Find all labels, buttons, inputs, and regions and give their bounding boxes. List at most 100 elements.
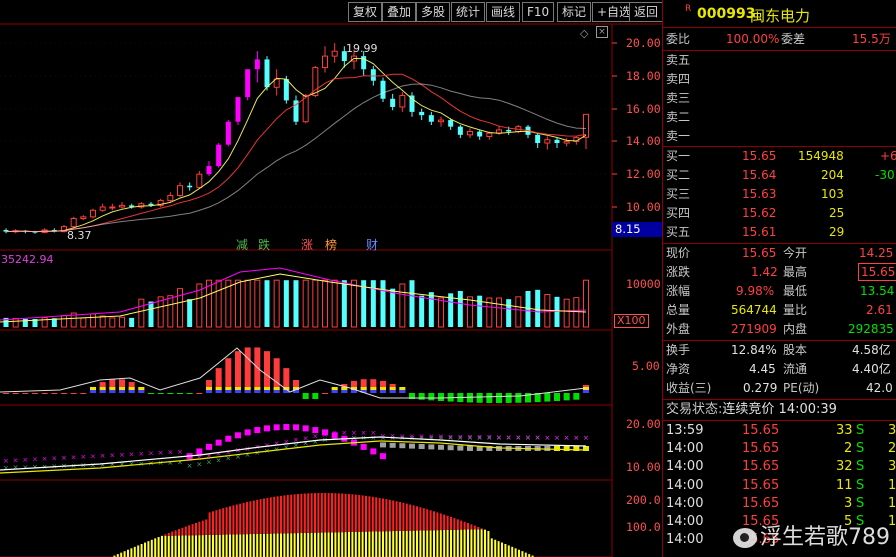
mark-button[interactable]: 标记	[557, 2, 592, 22]
bottom-bar	[429, 510, 432, 531]
macd-bar	[80, 393, 87, 394]
quote-value: 564744	[731, 303, 777, 317]
back-button[interactable]: 返回	[629, 2, 664, 22]
kdj-marker: ×	[3, 457, 9, 465]
bottom-bar	[198, 521, 201, 536]
macd-bar	[186, 393, 193, 394]
chart-area[interactable]: ××××××××××××××××××××××××××××××××××××××××…	[0, 0, 663, 557]
kdj-marker: ×	[22, 463, 28, 471]
bottom-bar	[334, 493, 337, 533]
kdj-box	[418, 444, 425, 449]
bottom-bar	[120, 552, 123, 557]
kdj-marker: ×	[361, 429, 367, 437]
bottom-bar	[266, 497, 269, 534]
weibi-label: 委比	[666, 32, 691, 46]
macd-bar	[196, 393, 203, 394]
bottom-bar	[293, 533, 296, 557]
kdj-marker: ×	[544, 434, 550, 442]
buy3-volume: 103	[821, 187, 844, 201]
draw-line-button[interactable]: 画线	[486, 2, 521, 22]
bottom-bar	[388, 531, 391, 557]
bottom-bar	[463, 521, 466, 530]
buy4-price: 15.62	[742, 206, 777, 220]
macd-bar	[148, 393, 154, 394]
buy4-volume: 25	[829, 206, 845, 220]
macd-bar-base	[273, 387, 280, 390]
candle-body	[380, 80, 386, 99]
bottom-bar	[263, 498, 265, 534]
bottom-bar	[300, 533, 303, 557]
macd-bar	[515, 393, 522, 403]
volume-bar	[535, 289, 541, 327]
buy1-change: +6	[880, 149, 896, 163]
kdj-marker: ×	[158, 449, 164, 457]
tick-side: S	[856, 495, 865, 511]
kdj-marker: ×	[32, 456, 38, 464]
candle-body	[563, 140, 570, 144]
stock-code: 000993	[697, 6, 756, 22]
candle-body	[322, 55, 328, 69]
bottom-bar	[184, 526, 187, 536]
macd-bar-base	[128, 387, 135, 390]
volume-bar	[138, 298, 145, 328]
bottom-bar	[385, 531, 388, 557]
macd-bar-base	[264, 387, 270, 390]
diamond-icon[interactable]: ◇	[580, 27, 588, 40]
candle-body	[428, 115, 434, 122]
bottom-bar	[324, 532, 327, 557]
statistics-button[interactable]: 统计	[451, 2, 486, 22]
kdj-marker: ×	[3, 464, 9, 472]
trade-status-label: 交易状态:	[666, 402, 723, 417]
macd-bar	[41, 393, 48, 394]
fund-label: 流通	[783, 362, 808, 376]
macd-bar-base	[360, 387, 367, 390]
volume-bar	[90, 313, 96, 328]
bottom-bar	[290, 533, 293, 557]
candle-body	[331, 50, 338, 57]
candle-body	[206, 166, 212, 175]
kdj-box	[399, 443, 406, 449]
volume-bar	[477, 295, 483, 327]
bottom-bar	[249, 534, 252, 557]
tick-side: S	[856, 459, 865, 475]
bottom-bar	[436, 512, 439, 531]
bottom-bar	[365, 531, 367, 557]
candle-body	[187, 185, 193, 188]
bottom-bar	[205, 519, 208, 535]
fuquan-button[interactable]: 复权	[348, 2, 383, 22]
bottom-bar	[137, 545, 140, 557]
bottom-bar	[212, 534, 214, 557]
bottom-bar	[450, 516, 452, 530]
bottom-bar	[521, 551, 524, 557]
bottom-bar	[456, 519, 459, 530]
macd-bar-base	[119, 390, 125, 393]
bottom-bar	[235, 504, 238, 535]
bottom-bar	[164, 534, 167, 536]
macd-bar	[554, 393, 560, 401]
macd-bar	[322, 393, 328, 394]
macd-bar-base	[399, 390, 406, 393]
bottom-bar	[164, 535, 167, 557]
bottom-bar	[388, 499, 391, 532]
high-annotation: 19.99	[346, 42, 378, 55]
overlay-button[interactable]: 叠加	[382, 2, 417, 22]
macd-bar-base	[215, 387, 222, 390]
weibo-icon	[733, 528, 757, 548]
fund-value: 12.84%	[731, 343, 777, 357]
candle-body	[109, 206, 116, 209]
volume-bar	[187, 299, 193, 327]
f10-button[interactable]: F10	[522, 2, 555, 22]
kdj-marker: ×	[138, 450, 144, 458]
fund-value: 4.58亿	[852, 343, 891, 357]
bottom-bar	[409, 504, 412, 531]
close-icon[interactable]: ×	[596, 26, 608, 38]
kdj-marker: ×	[496, 433, 502, 441]
macd-bar	[177, 393, 183, 394]
bottom-bar	[378, 497, 381, 532]
bottom-bar	[195, 522, 197, 536]
candle-body	[544, 139, 551, 144]
bottom-bar	[473, 529, 476, 557]
multi-stock-button[interactable]: 多股	[416, 2, 451, 22]
quote-label: 量比	[783, 303, 808, 317]
bottom-bar	[433, 511, 435, 531]
